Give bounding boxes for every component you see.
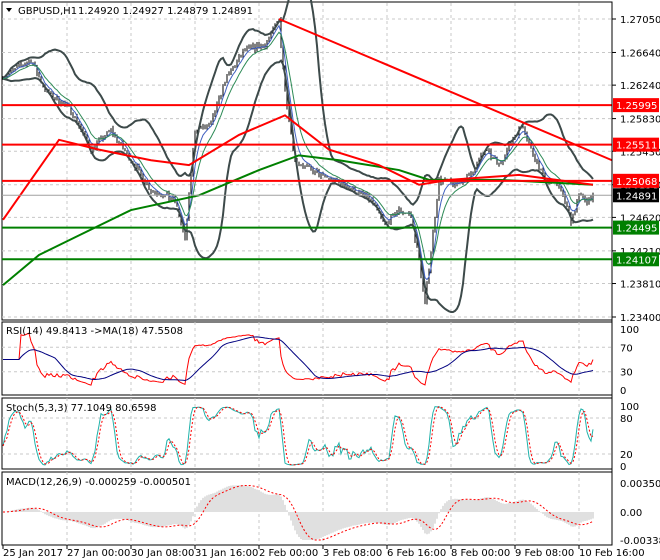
stoch-tick-label: 20: [620, 450, 633, 461]
time-tick-label: 10 Feb 16:00: [579, 548, 645, 559]
price-tick-label: 1.26240: [620, 81, 660, 92]
time-tick-label: 3 Feb 08:00: [323, 548, 382, 559]
stoch-title: Stoch(5,3,3) 77.1049 80.6598: [6, 403, 157, 414]
price-tick-label: 1.27050: [620, 15, 660, 26]
rsi-tick-label: 100: [620, 325, 639, 336]
macd-tick-label: -0.003387: [620, 536, 660, 547]
stoch-tick-label: 100: [620, 402, 639, 413]
symbol-label: GBPUSD,H1: [18, 6, 77, 17]
resistance-level-label: 1.25995: [616, 101, 657, 112]
time-tick-label: 27 Jan 00:00: [67, 548, 130, 559]
price-tick-label: 1.23400: [620, 313, 660, 324]
trading-chart[interactable]: 25 Jan 2017 27 Jan 00:00 30 Jan 08:00 31 Ja…: [0, 0, 660, 560]
main-pane[interactable]: [1, 1, 613, 321]
macd-tick-label: 0.00: [620, 508, 642, 519]
rsi-tick-label: 70: [620, 343, 633, 354]
price-tick-label: 1.25830: [620, 115, 660, 126]
time-tick-label: 2 Feb 00:00: [259, 548, 318, 559]
macd-tick-label: 0.003509: [620, 479, 660, 490]
current-level-label: 1.24891: [616, 191, 657, 202]
resistance-level-label: 1.25068: [616, 177, 657, 188]
time-tick-label: 8 Feb 00:00: [451, 548, 510, 559]
time-tick-label: 6 Feb 16:00: [387, 548, 446, 559]
stoch-tick-label: 80: [620, 414, 633, 425]
price-tick-label: 1.26640: [620, 48, 660, 59]
rsi-tick-label: 0: [620, 386, 626, 397]
ohlc-label: 1.24920 1.24927 1.24879 1.24891: [78, 6, 253, 17]
rsi-tick-label: 30: [620, 368, 633, 379]
rsi-title: RSI(14) 49.8413 ->MA(18) 47.5508: [6, 326, 183, 337]
time-tick-label: 30 Jan 08:00: [131, 548, 194, 559]
price-tick-label: 1.23810: [620, 280, 660, 291]
macd-title: MACD(12,26,9) -0.000259 -0.000501: [6, 477, 191, 488]
resistance-level-label: 1.25511: [616, 141, 657, 152]
support-level-label: 1.24107: [616, 255, 657, 266]
support-level-label: 1.24495: [616, 224, 657, 235]
time-tick-label: 31 Jan 16:00: [195, 548, 258, 559]
stoch-tick-label: 0: [620, 462, 626, 473]
time-tick-label: 9 Feb 08:00: [515, 548, 574, 559]
time-tick-label: 25 Jan 2017: [3, 548, 63, 559]
